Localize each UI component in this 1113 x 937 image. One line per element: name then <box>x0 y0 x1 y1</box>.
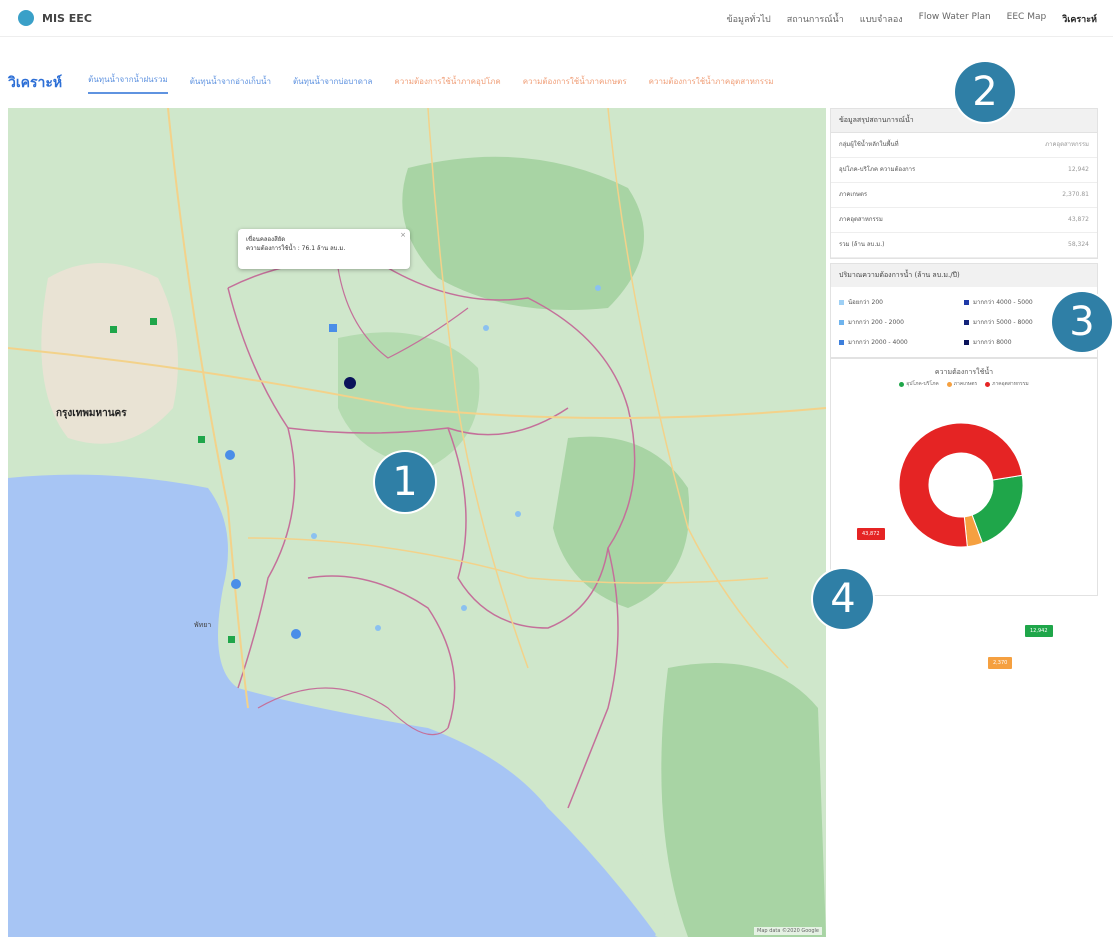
popup-close-icon[interactable]: × <box>400 230 406 241</box>
legend-label: น้อยกว่า 200 <box>848 299 883 306</box>
chart-legend-item[interactable]: อุปโภค-บริโภค <box>899 380 939 388</box>
legend-item: มากกว่า 200 - 2000 <box>839 317 964 327</box>
popup-title: เขื่อนคลองสียัด <box>246 236 286 243</box>
row-value: 2,370.81 <box>1062 191 1089 198</box>
chart-legend-swatch <box>899 381 905 387</box>
legend-swatch <box>839 339 844 345</box>
step-marker-3: 3 <box>1052 292 1112 352</box>
nav-links: ข้อมูลทั่วไป สถานการณ์น้ำ แบบจำลอง Flow … <box>726 12 1097 26</box>
nav-link-eec-map[interactable]: EEC Map <box>1007 12 1047 26</box>
map-canvas <box>8 108 826 937</box>
legend-label: มากกว่า 4000 - 5000 <box>973 299 1033 306</box>
chart-legend: อุปโภค-บริโภค ภาคเกษตร ภาคอุตสาหกรรม <box>831 380 1097 388</box>
city-label-pattaya: พัทยา <box>194 621 212 629</box>
chart-title: ความต้องการใช้น้ำ <box>934 368 994 376</box>
table-row: ภาคเกษตร 2,370.81 <box>831 183 1097 208</box>
legend-swatch <box>964 299 969 305</box>
row-label: รวม (ล้าน ลบ.ม.) <box>839 241 885 248</box>
map-attribution: Map data ©2020 Google <box>754 927 822 935</box>
nav-link-analysis[interactable]: วิเคราะห์ <box>1062 12 1097 26</box>
tab-reservoir[interactable]: ต้นทุนน้ำจากอ่างเก็บน้ำ <box>190 75 271 94</box>
tab-demand-industry[interactable]: ความต้องการใช้น้ำภาคอุตสาหกรรม <box>649 75 774 94</box>
brand-name: MIS EEC <box>42 11 92 25</box>
brand-logo-icon <box>18 10 34 26</box>
legend-swatch <box>964 319 969 325</box>
row-value: ภาคอุตสาหกรรม <box>1045 141 1089 148</box>
summary-table: ข้อมูลสรุปสถานการณ์น้ำ กลุ่มผู้ใช้น้ำหลั… <box>830 108 1098 259</box>
chart-legend-label: ภาคเกษตร <box>953 381 978 387</box>
popup-text: ความต้องการใช้น้ำ : 76.1 ล้าน ลบ.ม. <box>246 245 346 252</box>
chart-legend-label: ภาคอุตสาหกรรม <box>992 381 1029 387</box>
map-popup: × เขื่อนคลองสียัด ความต้องการใช้น้ำ : 76… <box>238 229 410 269</box>
row-value: 12,942 <box>1068 166 1089 173</box>
donut-svg <box>898 422 1024 548</box>
legend-item: น้อยกว่า 200 <box>839 297 964 307</box>
donut-data-label: 2,370 <box>988 657 1013 669</box>
step-marker-1: 1 <box>375 452 435 512</box>
nav-link-model[interactable]: แบบจำลอง <box>860 12 903 26</box>
brand[interactable]: MIS EEC <box>18 10 92 26</box>
step-marker-2: 2 <box>955 62 1015 122</box>
page-title: วิเคราะห์ <box>8 75 63 91</box>
tab-demand-consumption[interactable]: ความต้องการใช้น้ำภาคอุปโภค <box>394 75 500 94</box>
chart-legend-item[interactable]: ภาคอุตสาหกรรม <box>985 380 1029 388</box>
legend-swatch <box>964 339 969 345</box>
demand-donut-chart: ความต้องการใช้น้ำ อุปโภค-บริโภค ภาคเกษตร ภ… <box>830 358 1098 669</box>
chart-legend-item[interactable]: ภาคเกษตร <box>946 380 978 388</box>
chart-legend-swatch <box>946 381 952 387</box>
nav-link-water-situation[interactable]: สถานการณ์น้ำ <box>787 12 844 26</box>
chart-legend-label: อุปโภค-บริโภค <box>906 381 939 387</box>
tab-demand-agriculture[interactable]: ความต้องการใช้น้ำภาคเกษตร <box>523 75 627 94</box>
legend-label: มากกว่า 2000 - 4000 <box>848 339 908 346</box>
legend-label: มากกว่า 200 - 2000 <box>848 319 904 326</box>
donut-data-label: 43,872 <box>857 528 885 540</box>
tab-rain-water[interactable]: ต้นทุนน้ำจากน้ำฝนรวม <box>88 73 168 94</box>
legend-swatch <box>839 319 844 325</box>
nav-link-general[interactable]: ข้อมูลทั่วไป <box>726 12 770 26</box>
donut-data-label: 12,942 <box>1025 625 1053 637</box>
legend-title: ปริมาณความต้องการน้ำ (ล้าน ลบ.ม./ปี) <box>831 264 1097 287</box>
row-label: ภาคอุตสาหกรรม <box>839 216 883 223</box>
top-navbar: MIS EEC ข้อมูลทั่วไป สถานการณ์น้ำ แบบจำล… <box>0 0 1113 37</box>
nav-link-flow-water-plan[interactable]: Flow Water Plan <box>919 12 991 26</box>
table-row: รวม (ล้าน ลบ.ม.) 58,324 <box>831 233 1097 258</box>
row-label: อุปโภค-บริโภค ความต้องการ <box>839 166 916 173</box>
legend-label: มากกว่า 5000 - 8000 <box>973 319 1033 326</box>
city-label-bangkok: กรุงเทพมหานคร <box>56 408 127 419</box>
step-marker-4: 4 <box>813 569 873 629</box>
row-label: ภาคเกษตร <box>839 191 868 198</box>
map-view[interactable]: × เขื่อนคลองสียัด ความต้องการใช้น้ำ : 76… <box>8 108 826 937</box>
row-value: 43,872 <box>1068 216 1089 223</box>
row-label: กลุ่มผู้ใช้น้ำหลักในพื้นที่ <box>839 141 899 148</box>
right-panel: ข้อมูลสรุปสถานการณ์น้ำ กลุ่มผู้ใช้น้ำหลั… <box>830 108 1098 669</box>
table-row: อุปโภค-บริโภค ความต้องการ 12,942 <box>831 158 1097 183</box>
legend-swatch <box>839 299 844 305</box>
donut-slice[interactable] <box>971 474 1024 544</box>
row-value: 58,324 <box>1068 241 1089 248</box>
chart-legend-swatch <box>985 381 991 387</box>
legend-item: มากกว่า 2000 - 4000 <box>839 337 964 347</box>
legend-label: มากกว่า 8000 <box>973 339 1012 346</box>
tab-groundwater[interactable]: ต้นทุนน้ำจากบ่อบาดาล <box>293 75 372 94</box>
table-row: ภาคอุตสาหกรรม 43,872 <box>831 208 1097 233</box>
analysis-tabs: วิเคราะห์ ต้นทุนน้ำจากน้ำฝนรวม ต้นทุนน้ำ… <box>8 64 774 94</box>
table-row: กลุ่มผู้ใช้น้ำหลักในพื้นที่ ภาคอุตสาหกรร… <box>831 133 1097 158</box>
